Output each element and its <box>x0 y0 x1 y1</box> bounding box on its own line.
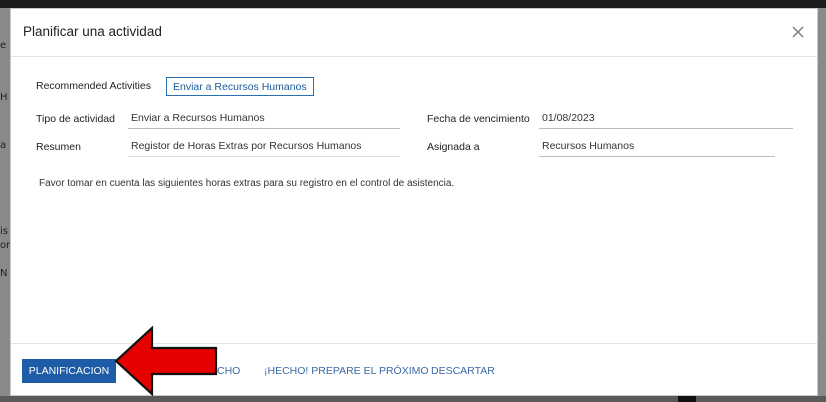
backdrop-top <box>0 0 826 8</box>
due-date-label: Fecha de vencimiento <box>427 113 530 125</box>
recommended-activities-label: Recommended Activities <box>36 80 151 92</box>
background-text: or <box>0 240 11 251</box>
activity-type-field[interactable]: Enviar a Recursos Humanos <box>128 110 400 129</box>
done-schedule-next-button[interactable]: ¡HECHO! PREPARE EL PRÓXIMO <box>264 365 429 377</box>
dialog-header: Planificar una actividad <box>11 9 817 57</box>
summary-label: Resumen <box>36 141 81 153</box>
background-text: is <box>0 226 8 237</box>
summary-field[interactable]: Registor de Horas Extras por Recursos Hu… <box>128 138 400 157</box>
due-date-field[interactable]: 01/08/2023 <box>539 110 793 129</box>
red-arrow-annotation <box>114 326 218 396</box>
activity-note[interactable]: Favor tomar en cuenta las siguientes hor… <box>39 178 454 189</box>
background-text: a <box>0 140 7 151</box>
background-text: H <box>0 92 8 103</box>
backdrop-right <box>818 8 826 402</box>
mark-done-button[interactable]: CHO <box>217 365 240 377</box>
background-text: e <box>0 40 7 51</box>
assigned-to-field[interactable]: Recursos Humanos <box>539 138 775 157</box>
schedule-button[interactable]: PLANIFICACION <box>22 359 116 383</box>
discard-button[interactable]: DESCARTAR <box>431 365 495 377</box>
close-icon[interactable] <box>789 23 807 41</box>
dialog-title: Planificar una actividad <box>23 24 162 39</box>
background-text: N <box>0 268 8 279</box>
assigned-to-label: Asignada a <box>427 141 480 153</box>
recommended-activity-button[interactable]: Enviar a Recursos Humanos <box>166 77 314 96</box>
activity-type-label: Tipo de actividad <box>36 113 115 125</box>
backdrop-left <box>0 8 10 402</box>
